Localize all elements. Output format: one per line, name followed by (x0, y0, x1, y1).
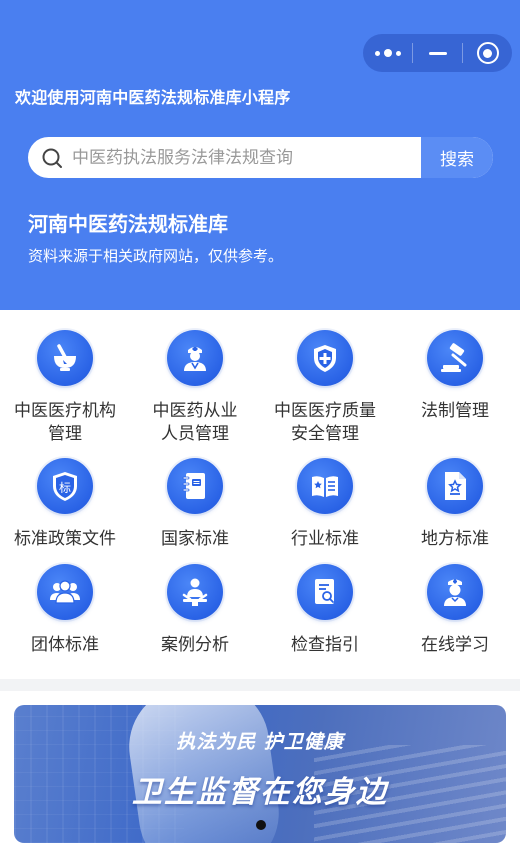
label-line-1: 法制管理 (421, 401, 489, 421)
grid-item-industry-standard[interactable]: 行业标准 (260, 454, 390, 554)
nurse-icon (427, 564, 483, 620)
mortar-pestle-icon (37, 330, 93, 386)
grid-item-case-analysis[interactable]: 案例分析 (130, 560, 260, 660)
grid-item-label: 行业标准 (291, 529, 359, 549)
grid-item-label: 检查指引 (291, 635, 359, 655)
icon-ring (35, 562, 95, 622)
grid-item-label: 标准政策文件 (14, 529, 116, 549)
grid-item-national-standard[interactable]: 国家标准 (130, 454, 260, 554)
label-line-1: 中医医疗质量 (274, 401, 376, 421)
icon-ring (295, 328, 355, 388)
more-dots-icon (374, 49, 401, 57)
gavel-icon (427, 330, 483, 386)
header-area: 欢迎使用河南中医药法规标准库小程序 搜索 河南中医药法规标准库 资料来源于相关政… (0, 0, 520, 310)
document-star-icon (427, 458, 483, 514)
banner-slogan-large: 卫生监督在您身边 (132, 775, 388, 810)
grid-item-online-learning[interactable]: 在线学习 (390, 560, 520, 660)
icon-ring: 标 (35, 456, 95, 516)
search-bar: 搜索 (28, 137, 493, 178)
library-subtitle: 资料来源于相关政府网站，仅供参考。 (28, 247, 284, 265)
search-field-wrapper (28, 137, 421, 178)
section-divider (0, 679, 520, 691)
label-line-1: 中医药从业 (152, 401, 238, 421)
grid-item-label: 案例分析 (161, 635, 229, 655)
grid-item-label: 法制管理 (390, 400, 520, 423)
label-line-2: 安全管理 (291, 424, 359, 444)
grid-item-label: 国家标准 (161, 529, 229, 549)
grid-item-tcm-personnel[interactable]: 中医药从业 人员管理 (130, 326, 260, 451)
open-book-icon (297, 458, 353, 514)
doctor-icon (167, 330, 223, 386)
presenter-icon (167, 564, 223, 620)
grid-item-label: 地方标准 (421, 529, 489, 549)
group-icon (37, 564, 93, 620)
target-icon (476, 42, 499, 64)
banner-slogan-small: 执法为民 护卫健康 (176, 731, 344, 753)
more-button[interactable] (363, 34, 412, 72)
grid-item-label: 中医药从业 人员管理 (130, 400, 260, 446)
grid-item-standard-policy[interactable]: 标 标准政策文件 (0, 454, 130, 554)
category-grid: 中医医疗机构 管理 中医药从业 人员管理 中医医疗质量 安全管理 法制管理 标 … (0, 326, 520, 666)
label-line-2: 管理 (48, 424, 82, 444)
icon-ring (165, 328, 225, 388)
label-line-2: 人员管理 (161, 424, 229, 444)
icon-ring (165, 562, 225, 622)
notebook-icon (167, 458, 223, 514)
close-button[interactable] (463, 34, 512, 72)
minus-icon (428, 51, 447, 55)
grid-item-group-standard[interactable]: 团体标准 (0, 560, 130, 660)
search-button[interactable]: 搜索 (421, 137, 493, 178)
grid-item-label: 中医医疗质量 安全管理 (260, 400, 390, 446)
welcome-text: 欢迎使用河南中医药法规标准库小程序 (15, 88, 291, 107)
grid-item-inspection-guide[interactable]: 检查指引 (260, 560, 390, 660)
grid-item-label: 团体标准 (31, 635, 99, 655)
carousel-indicator-dot[interactable] (256, 820, 266, 830)
minimize-button[interactable] (413, 34, 462, 72)
grid-item-legal-management[interactable]: 法制管理 (390, 326, 520, 451)
library-title: 河南中医药法规标准库 (28, 212, 228, 236)
mini-program-capsule (363, 34, 512, 72)
icon-ring (425, 328, 485, 388)
label-line-1: 中医医疗机构 (14, 401, 116, 421)
icon-ring (35, 328, 95, 388)
grid-item-label: 在线学习 (421, 635, 489, 655)
icon-ring (425, 456, 485, 516)
search-icon (41, 147, 63, 169)
grid-item-quality-safety[interactable]: 中医医疗质量 安全管理 (260, 326, 390, 451)
icon-ring (165, 456, 225, 516)
svg-text:标: 标 (59, 481, 71, 495)
grid-item-tcm-institution[interactable]: 中医医疗机构 管理 (0, 326, 130, 451)
icon-ring (295, 456, 355, 516)
grid-item-label: 中医医疗机构 管理 (0, 400, 130, 446)
search-input[interactable] (72, 147, 412, 168)
badge-biao-icon: 标 (37, 458, 93, 514)
shield-plus-icon (297, 330, 353, 386)
document-search-icon (297, 564, 353, 620)
icon-ring (295, 562, 355, 622)
icon-ring (425, 562, 485, 622)
grid-item-local-standard[interactable]: 地方标准 (390, 454, 520, 554)
